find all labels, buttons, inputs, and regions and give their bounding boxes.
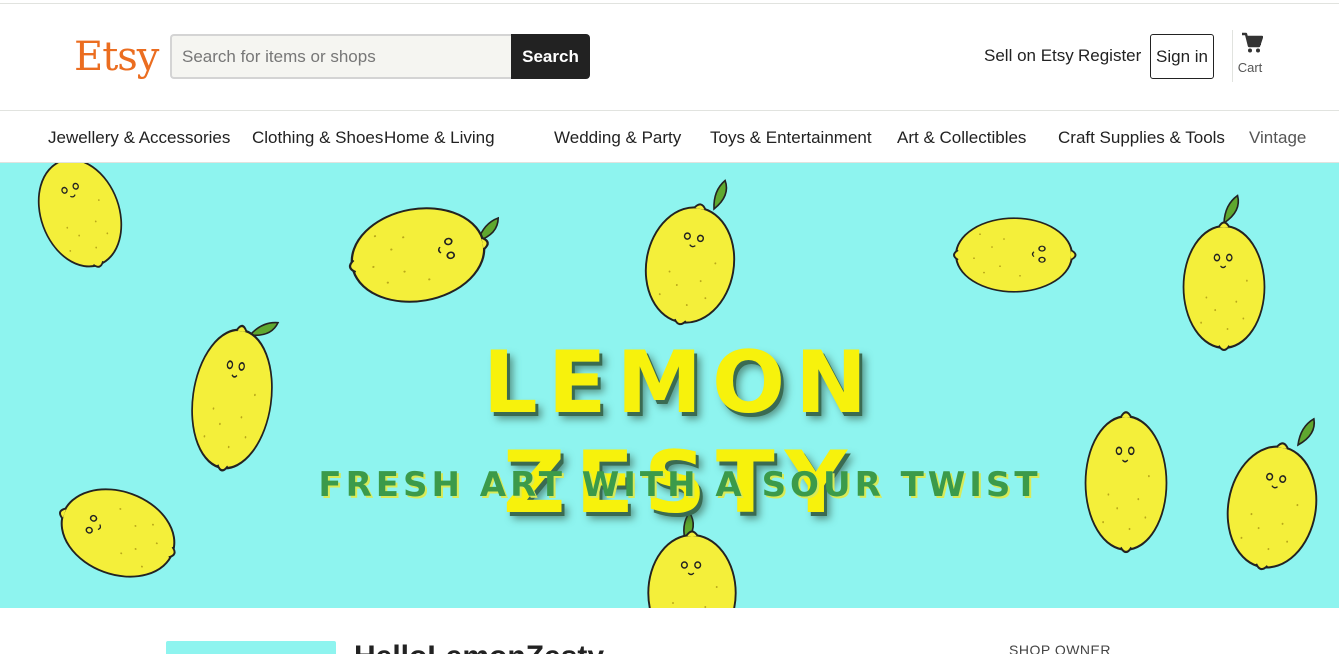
lemon-3 [635,178,745,333]
shop-icon-image[interactable] [166,641,336,654]
cart-icon [1233,32,1273,54]
lemon-6 [182,316,283,477]
site-header: Etsy Search Sell on Etsy Register Sign i… [0,4,1339,111]
category-vintage[interactable]: Vintage [1249,128,1306,148]
etsy-shop-page: Etsy Search Sell on Etsy Register Sign i… [0,0,1339,654]
category-jewellery[interactable]: Jewellery & Accessories [48,128,230,148]
category-home-living[interactable]: Home & Living [384,128,495,148]
lemon-4 [953,217,1077,293]
register-link[interactable]: Register [1078,45,1141,67]
shop-info-strip: HelloLemonZesty SHOP OWNER [0,608,1339,654]
etsy-logo[interactable]: Etsy [74,32,159,82]
sell-on-etsy-link[interactable]: Sell on Etsy [984,45,1074,67]
category-art[interactable]: Art & Collectibles [897,128,1026,148]
sign-in-button[interactable]: Sign in [1150,34,1214,79]
search-input[interactable] [170,34,511,79]
lemon-8 [1216,415,1328,578]
shop-banner: LEMON ZESTY FRESH ART WITH A SOUR TWIST [0,163,1339,608]
lemon-5 [1182,192,1266,352]
category-clothing[interactable]: Clothing & Shoes [252,128,383,148]
shop-owner-label: SHOP OWNER [1009,642,1111,654]
lemon-1 [22,163,138,281]
lemon-7 [1084,411,1168,554]
lemon-2 [340,196,502,314]
category-wedding-party[interactable]: Wedding & Party [554,128,681,148]
search-bar: Search [170,34,590,79]
shop-name: HelloLemonZesty [354,640,604,654]
banner-subtitle: FRESH ART WITH A SOUR TWIST [318,465,1042,505]
cart-label: Cart [1237,60,1263,75]
category-craft-supplies[interactable]: Craft Supplies & Tools [1058,128,1225,148]
cart-link[interactable]: Cart [1233,28,1273,88]
category-nav: Jewellery & Accessories Clothing & Shoes… [0,112,1339,163]
category-toys[interactable]: Toys & Entertainment [710,128,872,148]
lemon-9 [45,472,190,594]
search-button[interactable]: Search [511,34,590,79]
